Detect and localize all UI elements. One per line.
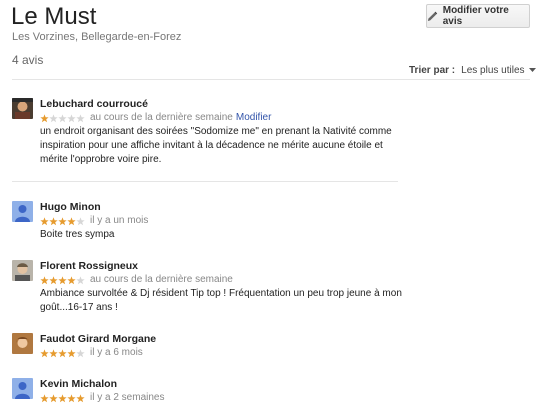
modify-link[interactable]: Modifier (236, 111, 272, 125)
star-filled-icon (67, 275, 76, 284)
review-text: Ambiance survoltée & Dj résident Tip top… (40, 288, 402, 313)
review-date: au cours de la dernière semaine (90, 112, 233, 123)
star-empty-icon (76, 113, 85, 122)
avatar (12, 378, 33, 399)
edit-review-button[interactable]: Modifier votre avis (426, 4, 530, 28)
star-empty-icon (49, 113, 58, 122)
star-filled-icon (40, 348, 49, 357)
star-rating (40, 275, 85, 285)
star-filled-icon (58, 393, 67, 402)
review-text: un endroit organisant des soirées "Sodom… (40, 126, 392, 165)
avatar (12, 333, 33, 354)
avatar (12, 98, 33, 119)
sort-value[interactable]: Les plus utiles (461, 65, 524, 76)
star-filled-icon (40, 113, 49, 122)
review-author[interactable]: Kevin Michalon (40, 378, 412, 391)
star-empty-icon (58, 113, 67, 122)
review-date: il y a 6 mois (90, 347, 143, 358)
star-filled-icon (67, 348, 76, 357)
star-filled-icon (58, 275, 67, 284)
star-rating (40, 348, 85, 358)
review-date: au cours de la dernière semaine (90, 274, 233, 285)
pencil-icon (427, 11, 438, 21)
star-filled-icon (67, 216, 76, 225)
star-filled-icon (40, 216, 49, 225)
star-filled-icon (76, 393, 85, 402)
star-empty-icon (76, 216, 85, 225)
star-empty-icon (76, 275, 85, 284)
review-author[interactable]: Lebuchard courroucé (40, 98, 412, 111)
review-author[interactable]: Hugo Minon (40, 201, 412, 214)
avatar (12, 260, 33, 281)
star-filled-icon (49, 393, 58, 402)
place-address: Les Vorzines, Bellegarde-en-Forez (12, 31, 182, 43)
place-title: Le Must (11, 3, 97, 30)
review-divider (12, 181, 398, 182)
star-empty-icon (76, 348, 85, 357)
star-filled-icon (58, 348, 67, 357)
star-empty-icon (67, 113, 76, 122)
star-rating (40, 113, 85, 123)
edit-review-label: Modifier votre avis (442, 5, 509, 27)
review-count: 4 avis (12, 53, 44, 67)
star-filled-icon (40, 275, 49, 284)
star-filled-icon (49, 348, 58, 357)
star-rating (40, 216, 85, 226)
star-rating (40, 393, 85, 403)
star-filled-icon (40, 393, 49, 402)
avatar (12, 201, 33, 222)
star-filled-icon (49, 216, 58, 225)
star-filled-icon (67, 393, 76, 402)
chevron-down-icon (528, 68, 536, 72)
star-filled-icon (58, 216, 67, 225)
sort-label: Trier par : (409, 65, 456, 76)
review-date: il y a un mois (90, 215, 149, 226)
review-date: il y a 2 semaines (90, 392, 165, 403)
sort-control[interactable]: Trier par : Les plus utiles (409, 65, 536, 76)
review-author[interactable]: Faudot Girard Morgane (40, 333, 412, 346)
header-divider (12, 79, 530, 80)
star-filled-icon (49, 275, 58, 284)
review-text: Boite tres sympa (40, 229, 115, 240)
review-author[interactable]: Florent Rossigneux (40, 260, 412, 273)
